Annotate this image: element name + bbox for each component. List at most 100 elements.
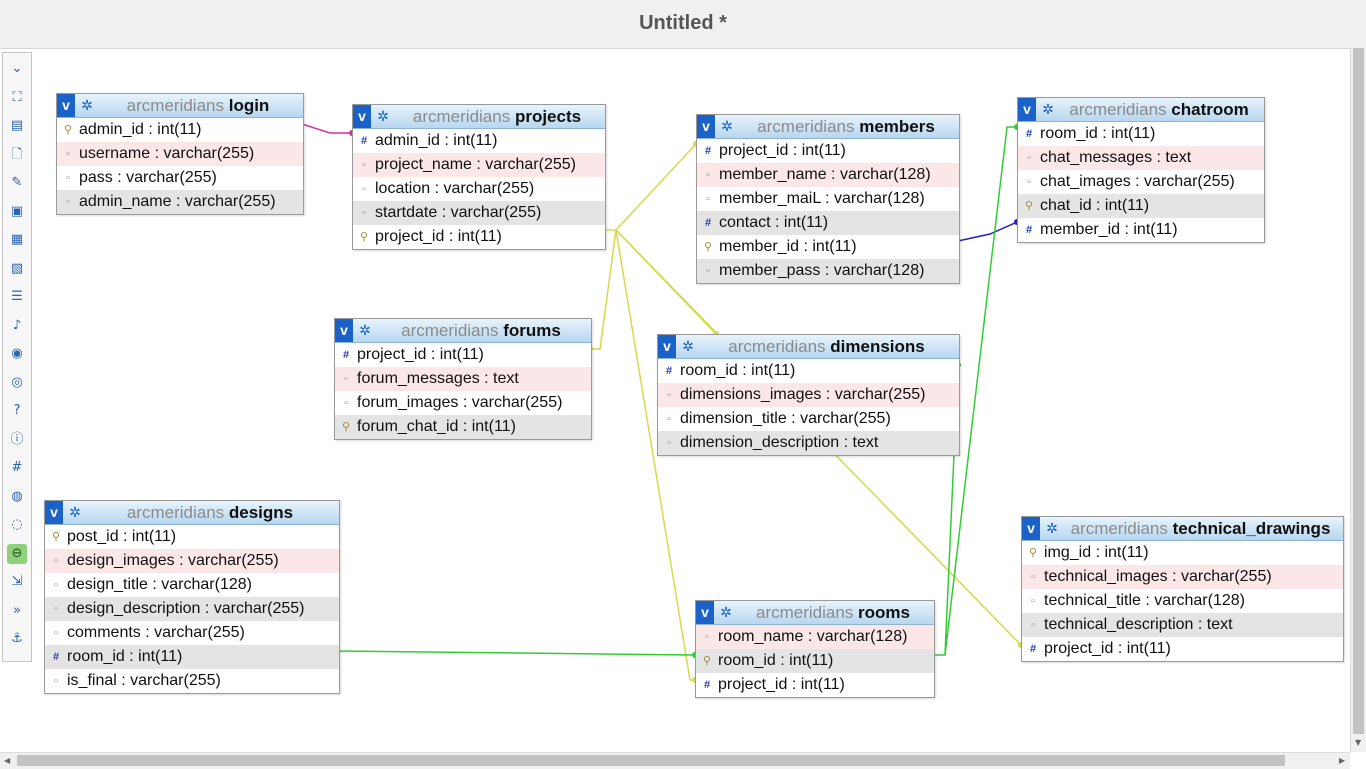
table-field[interactable]: ⚲ forum_chat_id : int(11) [335, 415, 591, 439]
table-forums[interactable]: v ✲ arcmeridians forums # project_id : int(1… [334, 318, 592, 440]
table-header[interactable]: v ✲ arcmeridians login [57, 94, 303, 118]
gear-icon[interactable]: ✲ [67, 504, 83, 520]
table-header[interactable]: v ✲ arcmeridians rooms [696, 601, 934, 625]
table-header[interactable]: v ✲ arcmeridians chatroom [1018, 98, 1264, 122]
gear-icon[interactable]: ✲ [357, 322, 373, 338]
table-header[interactable]: v ✲ arcmeridians designs [45, 501, 339, 525]
table-field[interactable]: ▫ design_description : varchar(255) [45, 597, 339, 621]
toggle-columns-icon[interactable]: v [697, 115, 715, 138]
table-header[interactable]: v ✲ arcmeridians dimensions [658, 335, 959, 359]
snap-icon[interactable]: ◍ [7, 487, 27, 507]
table-technical_drawings[interactable]: v ✲ arcmeridians technical_drawings ⚲ img_id… [1021, 516, 1344, 662]
table-rooms[interactable]: v ✲ arcmeridians rooms ▫ room_name : varchar… [695, 600, 935, 698]
vertical-scroll-thumb[interactable] [1353, 48, 1364, 734]
table-field[interactable]: ⚲ project_id : int(11) [353, 225, 605, 249]
delete-page-icon[interactable]: ▧ [7, 259, 27, 279]
table-field[interactable]: # project_id : int(11) [696, 673, 934, 697]
table-field[interactable]: # member_id : int(11) [1018, 218, 1264, 242]
new-page-icon[interactable]: 🗋 [7, 145, 27, 165]
toggle-columns-icon[interactable]: v [353, 105, 371, 128]
table-designs[interactable]: v ✲ arcmeridians designs ⚲ post_id : int(11)… [44, 500, 340, 694]
globe-icon[interactable]: ◌ [7, 515, 27, 535]
fit-screen-icon[interactable]: ⛶ [7, 88, 27, 108]
table-field[interactable]: ▫ pass : varchar(255) [57, 166, 303, 190]
table-field[interactable]: ▫ chat_images : varchar(255) [1018, 170, 1264, 194]
toggle-columns-icon[interactable]: v [1018, 98, 1036, 121]
table-field[interactable]: ⚲ img_id : int(11) [1022, 541, 1343, 565]
scroll-left-icon[interactable]: ◀ [4, 756, 10, 765]
gear-icon[interactable]: ✲ [719, 118, 735, 134]
toggle-columns-icon[interactable]: v [57, 94, 75, 117]
table-field[interactable]: ▫ dimensions_images : varchar(255) [658, 383, 959, 407]
toggle-columns-icon[interactable]: v [335, 319, 353, 342]
toggle-columns-icon[interactable]: v [658, 335, 676, 358]
gear-icon[interactable]: ✲ [1044, 520, 1060, 536]
import-icon[interactable]: ⇲ [7, 572, 27, 592]
gear-icon[interactable]: ✲ [1040, 101, 1056, 117]
scroll-down-icon[interactable]: ▼ [1355, 738, 1361, 747]
anchor-icon[interactable]: ⚓ [7, 629, 27, 649]
export-icon[interactable]: ♪ [7, 316, 27, 336]
table-field[interactable]: # room_id : int(11) [1018, 122, 1264, 146]
table-field[interactable]: ▫ is_final : varchar(255) [45, 669, 339, 693]
table-field[interactable]: ⚲ room_id : int(11) [696, 649, 934, 673]
list-icon[interactable]: ☰ [7, 287, 27, 307]
horizontal-scrollbar[interactable]: ◀ ▶ [0, 752, 1350, 769]
table-dimensions[interactable]: v ✲ arcmeridians dimensions # room_id : int(… [657, 334, 960, 456]
table-field[interactable]: # room_id : int(11) [45, 645, 339, 669]
table-field[interactable]: ▫ member_maiL : varchar(128) [697, 187, 959, 211]
angle-icon[interactable]: ◎ [7, 373, 27, 393]
toggle-relations-icon[interactable]: ◉ [7, 344, 27, 364]
gear-icon[interactable]: ✲ [79, 97, 95, 113]
table-field[interactable]: ▫ design_images : varchar(255) [45, 549, 339, 573]
table-projects[interactable]: v ✲ arcmeridians projects # admin_id : int(1… [352, 104, 606, 250]
gear-icon[interactable]: ✲ [718, 604, 734, 620]
table-field[interactable]: # contact : int(11) [697, 211, 959, 235]
table-header[interactable]: v ✲ arcmeridians technical_drawings [1022, 517, 1343, 541]
table-field[interactable]: ▫ comments : varchar(255) [45, 621, 339, 645]
table-field[interactable]: # project_id : int(11) [335, 343, 591, 367]
help-icon[interactable]: ? [7, 401, 27, 421]
toggle-columns-icon[interactable]: v [696, 601, 714, 624]
table-field[interactable]: ▫ dimension_title : varchar(255) [658, 407, 959, 431]
table-field[interactable]: ⚲ member_id : int(11) [697, 235, 959, 259]
toggle-names-icon[interactable]: ⊖ [7, 543, 27, 564]
table-field[interactable]: ▫ room_name : varchar(128) [696, 625, 934, 649]
table-header[interactable]: v ✲ arcmeridians members [697, 115, 959, 139]
gear-icon[interactable]: ✲ [375, 108, 391, 124]
table-field[interactable]: ▫ location : varchar(255) [353, 177, 605, 201]
table-field[interactable]: ⚲ chat_id : int(11) [1018, 194, 1264, 218]
table-field[interactable]: # admin_id : int(11) [353, 129, 605, 153]
table-header[interactable]: v ✲ arcmeridians forums [335, 319, 591, 343]
collapse-all-icon[interactable]: ⌄ [7, 59, 27, 79]
horizontal-scroll-thumb[interactable] [17, 755, 1285, 766]
table-field[interactable]: ▫ project_name : varchar(255) [353, 153, 605, 177]
table-field[interactable]: # room_id : int(11) [658, 359, 959, 383]
table-field[interactable]: ▫ startdate : varchar(255) [353, 201, 605, 225]
vertical-scrollbar[interactable]: ▼ [1350, 48, 1366, 752]
table-chatroom[interactable]: v ✲ arcmeridians chatroom # room_id : int(11… [1017, 97, 1265, 243]
toggle-columns-icon[interactable]: v [1022, 517, 1040, 540]
table-field[interactable]: ▫ username : varchar(255) [57, 142, 303, 166]
table-field[interactable]: ▫ technical_description : text [1022, 613, 1343, 637]
save-as-icon[interactable]: ▦ [7, 230, 27, 250]
table-field[interactable]: ⚲ post_id : int(11) [45, 525, 339, 549]
table-field[interactable]: ▫ technical_images : varchar(255) [1022, 565, 1343, 589]
add-table-icon[interactable]: ▤ [7, 116, 27, 136]
toggle-columns-icon[interactable]: v [45, 501, 63, 524]
table-field[interactable]: # project_id : int(11) [1022, 637, 1343, 661]
grid-icon[interactable]: # [7, 458, 27, 478]
edit-icon[interactable]: ✎ [7, 173, 27, 193]
table-field[interactable]: ▫ admin_name : varchar(255) [57, 190, 303, 214]
scroll-right-icon[interactable]: ▶ [1339, 756, 1345, 765]
table-field[interactable]: ▫ technical_title : varchar(128) [1022, 589, 1343, 613]
info-icon[interactable]: ⓘ [7, 430, 27, 450]
gear-icon[interactable]: ✲ [680, 338, 696, 354]
table-members[interactable]: v ✲ arcmeridians members # project_id : int(… [696, 114, 960, 284]
table-field[interactable]: ▫ forum_messages : text [335, 367, 591, 391]
save-icon[interactable]: ▣ [7, 202, 27, 222]
table-field[interactable]: ▫ dimension_description : text [658, 431, 959, 455]
table-login[interactable]: v ✲ arcmeridians login ⚲ admin_id : int(11) ▫… [56, 93, 304, 215]
table-field[interactable]: ▫ member_name : varchar(128) [697, 163, 959, 187]
back-icon[interactable]: » [7, 601, 27, 621]
